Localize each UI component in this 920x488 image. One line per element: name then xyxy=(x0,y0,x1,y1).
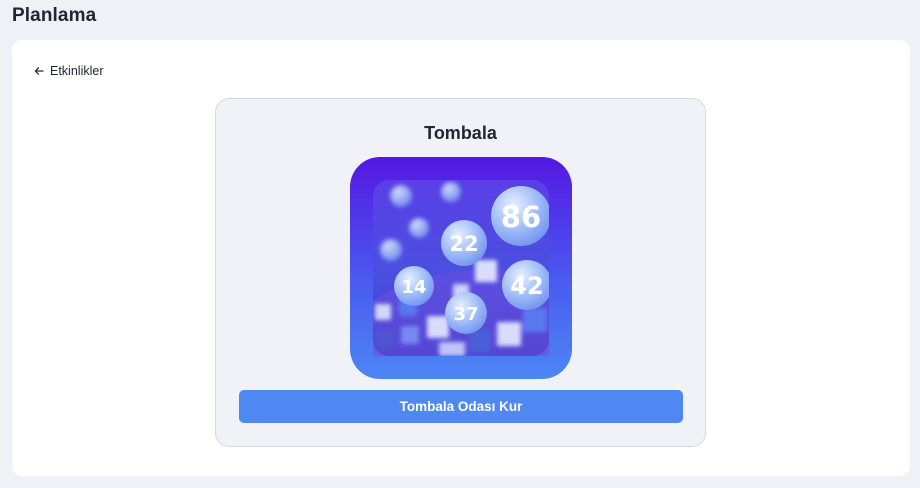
bingo-balls-illustration: 86 22 14 42 37 xyxy=(373,180,549,356)
game-card: Tombala 86 22 14 42 37 Tombala Odası Kur xyxy=(215,98,706,447)
svg-text:14: 14 xyxy=(401,277,426,298)
game-title: Tombala xyxy=(424,123,497,143)
bingo-ball: 14 xyxy=(394,266,434,306)
svg-text:37: 37 xyxy=(453,304,478,325)
back-link[interactable]: Etkinlikler xyxy=(34,64,104,78)
back-link-label: Etkinlikler xyxy=(50,64,104,78)
svg-text:86: 86 xyxy=(501,200,541,234)
bingo-ball: 22 xyxy=(441,220,487,266)
main-card: Etkinlikler Tombala 86 22 14 42 37 Tomba… xyxy=(12,40,910,476)
arrow-left-icon xyxy=(34,67,44,75)
create-room-button[interactable]: Tombala Odası Kur xyxy=(239,390,683,423)
bingo-ball: 37 xyxy=(445,292,487,334)
game-image[interactable]: 86 22 14 42 37 xyxy=(350,157,572,379)
svg-text:22: 22 xyxy=(449,232,478,256)
page-title: Planlama xyxy=(12,5,97,26)
bingo-ball: 86 xyxy=(491,186,549,246)
svg-text:42: 42 xyxy=(510,272,543,300)
